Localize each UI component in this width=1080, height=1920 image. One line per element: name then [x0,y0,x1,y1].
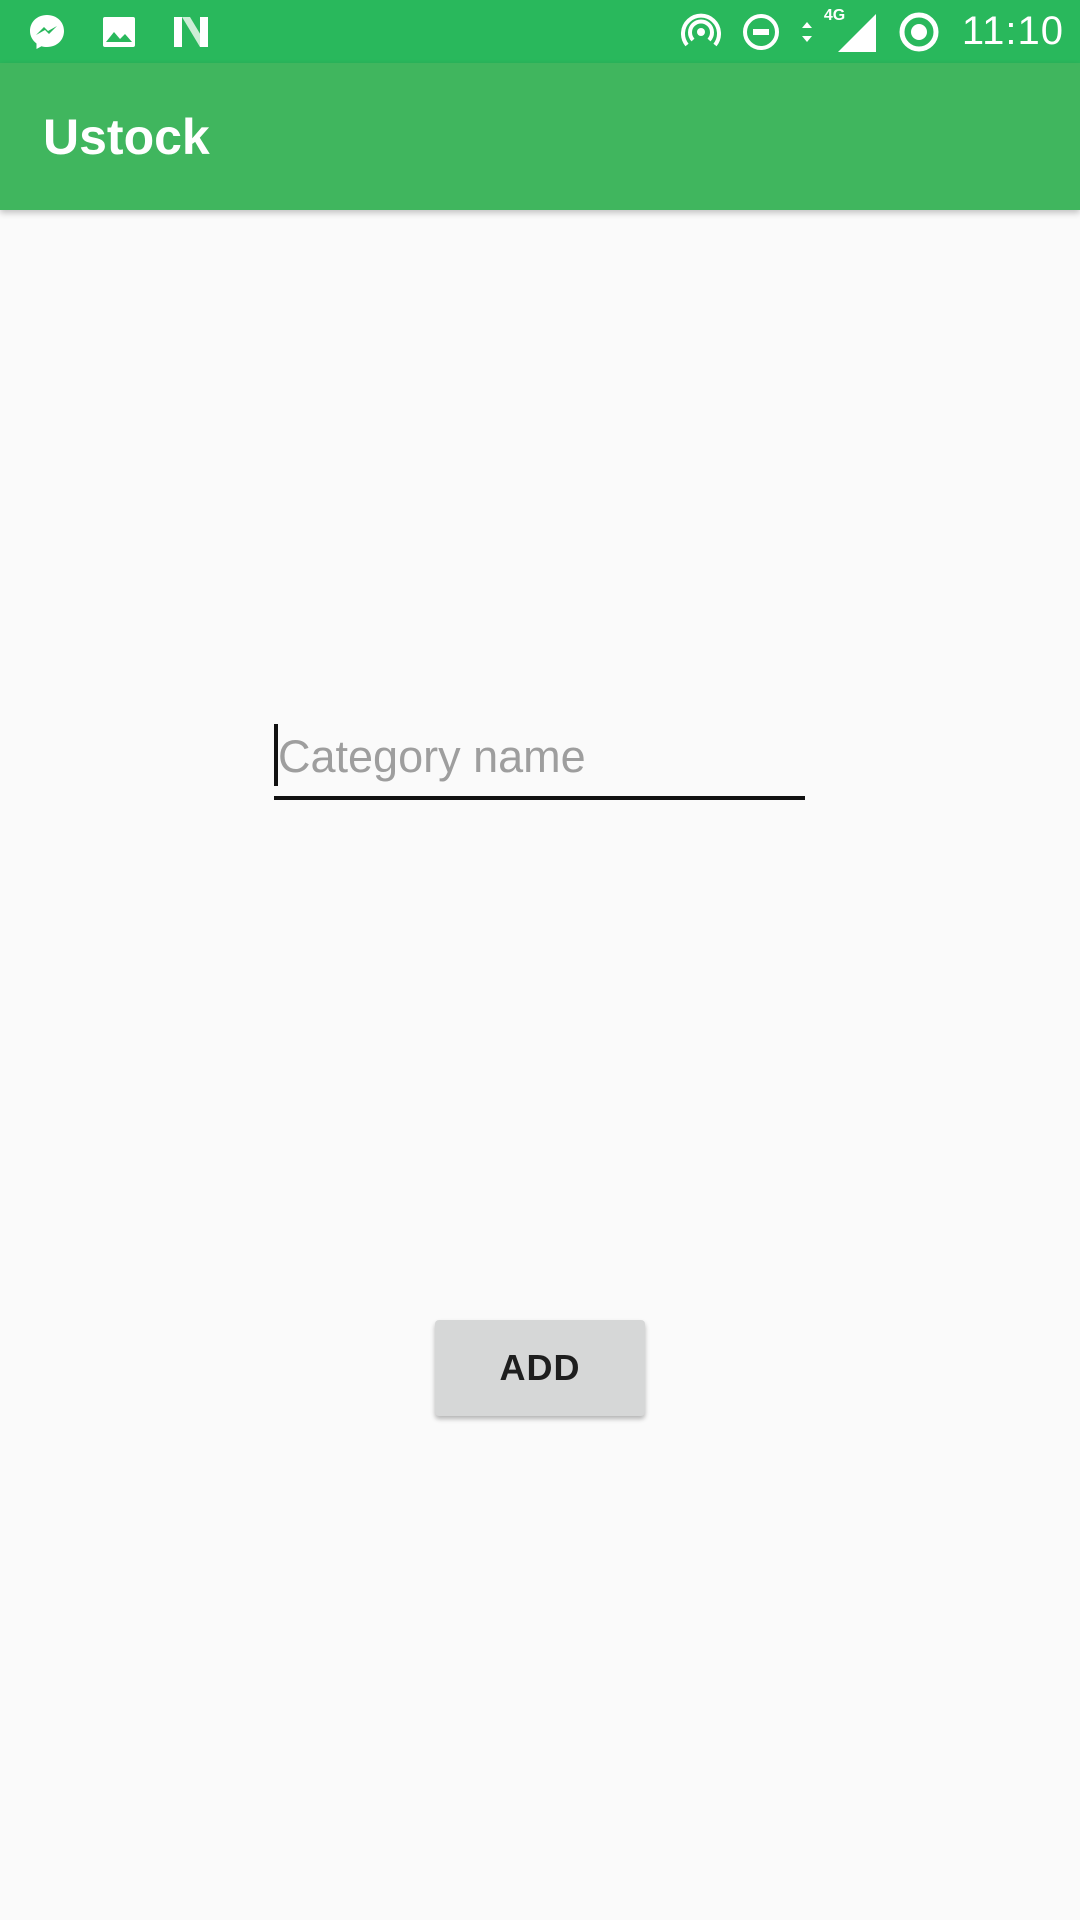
status-bar: 4G 11:10 [0,0,1080,63]
screen: 4G 11:10 Ustock ADD [0,0,1080,1920]
status-bar-right: 4G 11:10 [680,0,1064,63]
messenger-icon [26,11,68,53]
app-bar: Ustock [0,63,1080,210]
category-name-input[interactable] [274,718,805,796]
n-app-icon [170,11,212,53]
app-title: Ustock [43,109,210,165]
input-underline [274,796,805,800]
do-not-disturb-icon [740,11,782,53]
gallery-icon [98,11,140,53]
status-clock: 11:10 [961,9,1064,53]
network-type-label: 4G [823,6,846,24]
status-bar-left [26,0,212,63]
add-button[interactable]: ADD [435,1320,645,1416]
signal-icon: 4G [824,7,880,53]
category-input-container [274,718,805,800]
text-cursor [274,724,278,786]
hotspot-icon [680,11,722,53]
data-arrows-icon [800,11,814,53]
sync-icon [898,11,940,53]
